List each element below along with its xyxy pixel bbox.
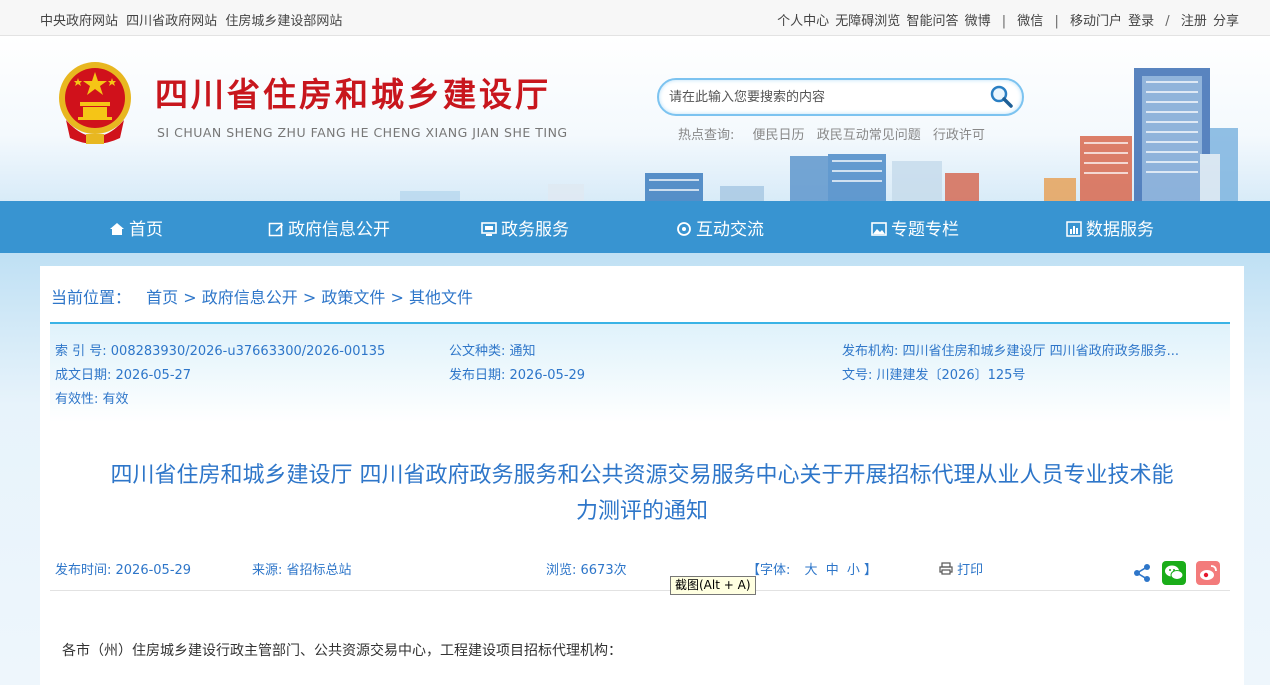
site-title: 四川省住房和城乡建设厅 xyxy=(155,75,551,114)
search-icon[interactable] xyxy=(988,84,1014,110)
print-button[interactable]: 打印 xyxy=(939,559,983,578)
main-nav: 首页 政府信息公开 政务服务 互动交流 专题专栏 数据服务 xyxy=(0,201,1270,253)
meta-index-no: 索 引 号: 008283930/2026-u37663300/2026-001… xyxy=(55,344,386,359)
article-body-first-line: 各市（州）住房城乡建设行政主管部门、公共资源交易中心，工程建设项目招标代理机构： xyxy=(62,643,622,659)
view-count: 浏览: 6673次 xyxy=(546,563,627,578)
weibo-icon[interactable] xyxy=(1196,561,1220,585)
nav-interaction[interactable]: 互动交流 xyxy=(676,215,764,240)
nav-label: 互动交流 xyxy=(696,220,764,240)
nav-label: 专题专栏 xyxy=(891,220,959,240)
link-share[interactable]: 分享 xyxy=(1213,14,1239,29)
image-icon xyxy=(871,222,887,236)
article-title: 四川省住房和城乡建设厅 四川省政府政务服务和公共资源交易服务中心关于开展招标代理… xyxy=(50,458,1234,530)
link-wechat[interactable]: 微信 xyxy=(1017,14,1043,29)
breadcrumb-separator: > xyxy=(183,288,197,307)
nav-gov-service[interactable]: 政务服务 xyxy=(481,215,569,240)
nav-label: 政务服务 xyxy=(501,220,569,240)
hot-link-faq[interactable]: 政民互动常见问题 xyxy=(817,128,921,143)
search-box xyxy=(657,78,1024,116)
nav-home[interactable]: 首页 xyxy=(109,215,163,240)
font-size-control: 【字体: 大 中 小 】 xyxy=(747,559,877,578)
link-central-gov[interactable]: 中央政府网站 xyxy=(40,14,118,29)
print-label: 打印 xyxy=(957,563,984,578)
breadcrumb-home[interactable]: 首页 xyxy=(146,288,178,307)
article-title-line1: 四川省住房和城乡建设厅 四川省政府政务服务和公共资源交易服务中心关于开展招标代理… xyxy=(110,463,1174,488)
divider: | xyxy=(1001,14,1007,29)
meta-doc-type: 公文种类: 通知 xyxy=(449,344,536,359)
chart-icon xyxy=(1066,221,1082,237)
breadcrumb-policy[interactable]: 政策文件 xyxy=(321,288,385,307)
font-size-close: 】 xyxy=(864,563,878,578)
site-subtitle: SI CHUAN SHENG ZHU FANG HE CHENG XIANG J… xyxy=(157,125,568,140)
breadcrumb-gov-info[interactable]: 政府信息公开 xyxy=(202,288,298,307)
link-login[interactable]: 登录 xyxy=(1128,14,1154,29)
top-left-links: 中央政府网站 四川省政府网站 住房城乡建设部网站 xyxy=(40,10,346,29)
link-smart-qa[interactable]: 智能问答 xyxy=(906,14,958,29)
font-size-medium[interactable]: 中 xyxy=(826,563,839,578)
breadcrumb-separator: > xyxy=(390,288,404,307)
breadcrumb-separator: > xyxy=(302,288,317,307)
link-accessibility[interactable]: 无障碍浏览 xyxy=(835,14,900,29)
meta-doc-number: 文号: 川建建发〔2026〕125号 xyxy=(842,368,1026,383)
nav-label: 首页 xyxy=(129,220,163,240)
nav-label: 政府信息公开 xyxy=(288,220,390,240)
font-size-large[interactable]: 大 xyxy=(805,563,818,578)
link-sichuan-gov[interactable]: 四川省政府网站 xyxy=(126,14,217,29)
top-right-links: 个人中心 无障碍浏览 智能问答 微博 | 微信 | 移动门户 登录 / 注册 分… xyxy=(776,10,1240,29)
article-info-bar: 发布时间: 2026-05-29 来源: 省招标总站 浏览: 6673次 【字体… xyxy=(50,559,1230,591)
meta-created-date: 成文日期: 2026-05-27 xyxy=(55,368,192,383)
article-source: 来源: 省招标总站 xyxy=(252,563,352,578)
nav-gov-info[interactable]: 政府信息公开 xyxy=(268,215,390,240)
share-icon[interactable] xyxy=(1132,563,1152,583)
content-panel: 当前位置： 首页 > 政府信息公开 > 政策文件 > 其他文件 索 引 号: 0… xyxy=(40,266,1244,685)
national-emblem-logo xyxy=(59,62,131,144)
link-personal-center[interactable]: 个人中心 xyxy=(777,14,829,29)
document-meta-box: 索 引 号: 008283930/2026-u37663300/2026-001… xyxy=(50,322,1230,422)
home-icon xyxy=(110,223,124,235)
link-mohurd[interactable]: 住房城乡建设部网站 xyxy=(225,14,342,29)
breadcrumb: 当前位置： 首页 > 政府信息公开 > 政策文件 > 其他文件 xyxy=(51,284,473,308)
screenshot-tooltip: 截图(Alt + A) xyxy=(670,576,756,595)
divider: | xyxy=(1054,14,1059,29)
monitor-icon xyxy=(481,222,497,236)
article-title-line2: 力测评的通知 xyxy=(575,499,708,524)
divider: / xyxy=(1165,14,1170,29)
nav-label: 数据服务 xyxy=(1086,220,1154,240)
edit-icon xyxy=(268,222,284,237)
search-input[interactable] xyxy=(669,87,989,107)
printer-icon xyxy=(939,562,953,575)
breadcrumb-other[interactable]: 其他文件 xyxy=(409,288,473,307)
hot-label: 热点查询: xyxy=(678,128,735,143)
nav-topics[interactable]: 专题专栏 xyxy=(871,215,959,240)
nav-data-service[interactable]: 数据服务 xyxy=(1066,215,1154,240)
meta-published-date: 发布日期: 2026-05-29 xyxy=(449,368,586,383)
meta-validity: 有效性: 有效 xyxy=(55,392,129,407)
publish-time: 发布时间: 2026-05-29 xyxy=(55,563,192,578)
hot-links: 热点查询: 便民日历 政民互动常见问题 行政许可 xyxy=(678,124,993,143)
exchange-icon xyxy=(677,222,691,236)
breadcrumb-label: 当前位置： xyxy=(51,288,132,307)
link-mobile-portal[interactable]: 移动门户 xyxy=(1070,14,1122,29)
hot-link-calendar[interactable]: 便民日历 xyxy=(753,128,805,143)
site-header: 四川省住房和城乡建设厅 SI CHUAN SHENG ZHU FANG HE C… xyxy=(0,36,1270,201)
wechat-icon[interactable] xyxy=(1162,561,1186,585)
link-weibo[interactable]: 微博 xyxy=(965,14,991,29)
city-skyline-illustration xyxy=(400,68,1238,201)
link-register[interactable]: 注册 xyxy=(1181,14,1207,29)
meta-publisher: 发布机构: 四川省住房和城乡建设厅 四川省政府政务服务... xyxy=(842,344,1180,359)
top-bar: 中央政府网站 四川省政府网站 住房城乡建设部网站 个人中心 无障碍浏览 智能问答… xyxy=(0,0,1270,36)
font-size-small[interactable]: 小 xyxy=(847,563,860,578)
hot-link-permit[interactable]: 行政许可 xyxy=(933,128,985,143)
